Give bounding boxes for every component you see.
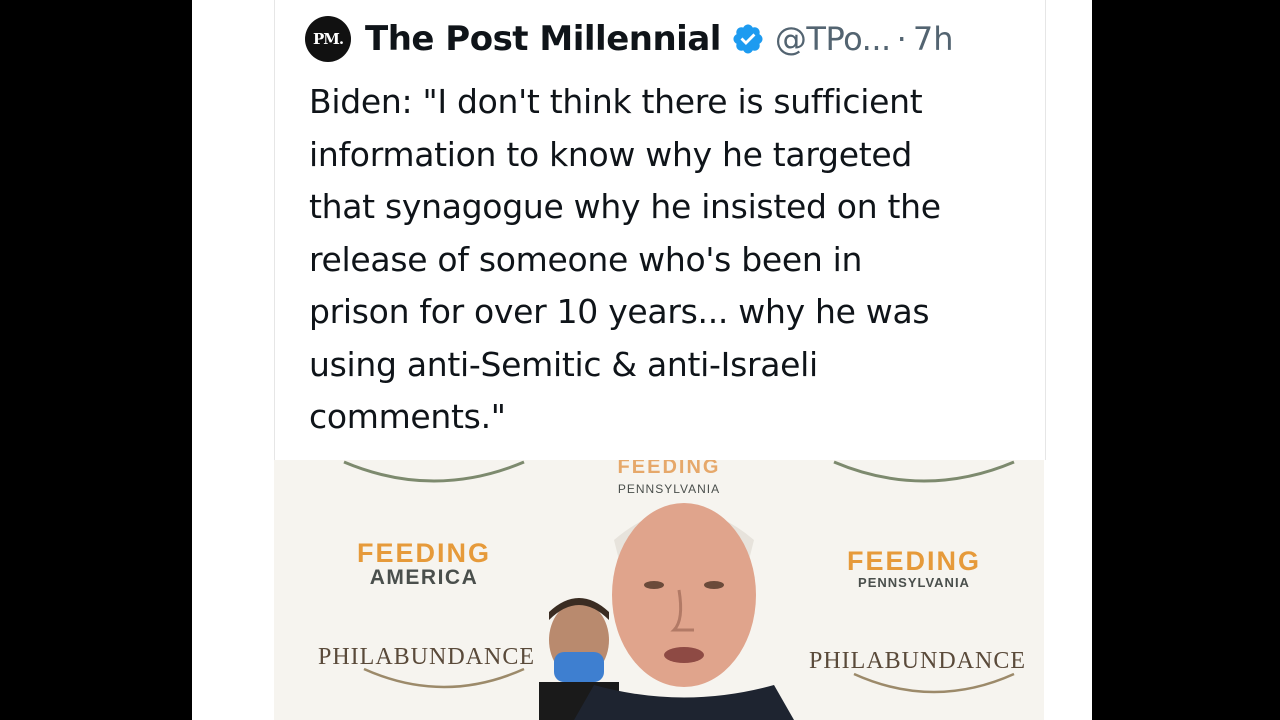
tweet-text-line: comments."	[309, 397, 506, 436]
verified-badge-icon	[733, 24, 763, 54]
tweet-text-line: release of someone who's been in	[309, 239, 863, 279]
tweet-text-line: prison for over 10 years... why he was	[309, 292, 930, 331]
swoosh-decoration	[363, 667, 525, 689]
tweet-text: Biden: "I don't think there is sufficien…	[309, 76, 1029, 444]
tweet-timestamp[interactable]: 7h	[913, 20, 954, 58]
tweet-text-line: using anti-Semitic & anti-Israeli	[309, 344, 818, 384]
feeding-pennsylvania-logo: FEEDING PENNSYLVANIA	[846, 546, 981, 591]
swoosh-decoration	[343, 460, 525, 483]
display-name[interactable]: The Post Millennial	[365, 19, 721, 59]
separator-dot: ·	[896, 20, 907, 58]
swoosh-decoration	[833, 460, 1015, 483]
speaker-person	[574, 503, 794, 720]
video-frame: PM. The Post Millennial @TPo... · 7h Bid…	[192, 0, 1092, 720]
avatar[interactable]: PM.	[305, 16, 351, 62]
tweet-header: PM. The Post Millennial @TPo... · 7h	[305, 14, 953, 64]
tweet-handle[interactable]: @TPo...	[775, 20, 891, 58]
tweet-text-line: information to know why he targeted	[309, 134, 912, 174]
tweet-text-line: Biden: "I don't think there is sufficien…	[309, 82, 923, 121]
tweet-media-image[interactable]: FEEDING PENNSYLVANIA FEEDING AMERICA FEE…	[274, 460, 1044, 720]
feeding-america-logo: FEEDING AMERICA	[356, 538, 491, 590]
swoosh-decoration	[853, 672, 1015, 694]
tweet-text-line: that synagogue why he insisted on the	[309, 187, 941, 226]
tweet-card[interactable]: PM. The Post Millennial @TPo... · 7h Bid…	[274, 0, 1046, 460]
